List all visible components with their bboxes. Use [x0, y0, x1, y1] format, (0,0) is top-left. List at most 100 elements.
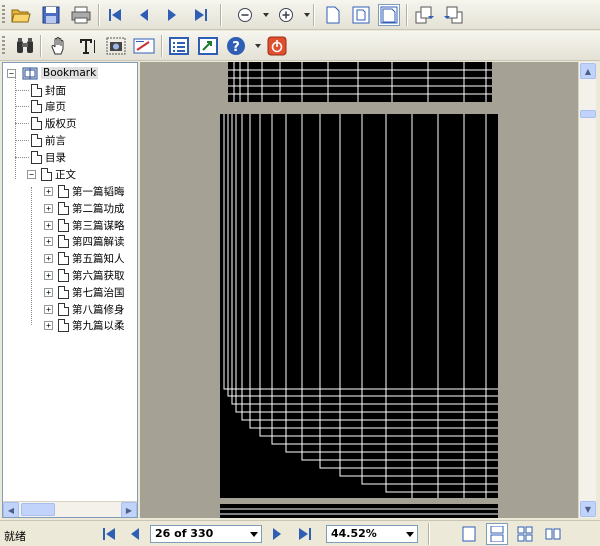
zoom-out-icon[interactable] [234, 4, 256, 26]
expand-icon[interactable]: + [44, 203, 53, 213]
bookmark-item-chapter[interactable]: + 第九篇以柔 [44, 317, 125, 333]
chevron-down-icon[interactable] [406, 532, 414, 537]
current-page [220, 114, 498, 498]
toolbar-separator [406, 4, 408, 26]
scroll-left-icon[interactable]: ◀ [3, 502, 19, 517]
single-page-view-icon[interactable] [458, 523, 480, 545]
expand-icon[interactable]: + [44, 253, 53, 263]
collapse-icon[interactable]: − [7, 68, 16, 78]
next-page-icon[interactable] [161, 4, 183, 26]
exit-icon[interactable] [266, 35, 288, 57]
scroll-thumb[interactable] [21, 503, 55, 516]
status-next-page-icon[interactable] [266, 523, 288, 545]
expand-icon[interactable]: + [44, 270, 53, 280]
bookmark-panel-icon[interactable] [168, 35, 190, 57]
expand-icon[interactable]: + [44, 236, 53, 246]
viewer-vertical-scrollbar[interactable]: ▲ ▼ [578, 62, 596, 518]
fit-page-icon[interactable] [350, 4, 372, 26]
help-icon[interactable]: ? [225, 35, 247, 57]
snapshot-icon[interactable] [105, 35, 127, 57]
rotate-clockwise-icon[interactable] [414, 4, 436, 26]
bookmark-item-chapter[interactable]: + 第五篇知人 [44, 250, 125, 266]
annotation-icon[interactable] [133, 35, 155, 57]
bookmark-label: 封面 [45, 84, 66, 97]
bookmark-item-chapter[interactable]: + 第三篇谋略 [44, 217, 125, 233]
sidebar-horizontal-scrollbar[interactable]: ◀ ▶ [3, 501, 137, 517]
scroll-thumb[interactable] [580, 110, 596, 118]
expand-icon[interactable]: + [44, 287, 53, 297]
bookmark-label: 第三篇谋略 [72, 219, 125, 232]
bookmark-label: 扉页 [45, 100, 66, 113]
page-number-combobox[interactable]: 26 of 330 [150, 525, 262, 543]
bookmark-item-copyright[interactable]: 版权页 [15, 115, 77, 131]
zoom-in-icon[interactable] [275, 4, 297, 26]
first-page-icon[interactable] [104, 4, 126, 26]
bookmark-item-chapter[interactable]: + 第八篇修身 [44, 301, 125, 317]
bookmark-item-chapter[interactable]: + 第七篇治国 [44, 284, 125, 300]
zoom-value: 44.52% [331, 527, 377, 540]
status-last-page-icon[interactable] [294, 523, 316, 545]
status-previous-page-icon[interactable] [124, 523, 146, 545]
continuous-facing-view-icon[interactable] [542, 523, 564, 545]
page-icon [58, 318, 69, 332]
expand-icon[interactable]: + [44, 186, 53, 196]
bookmark-item-cover[interactable]: 封面 [15, 82, 66, 98]
expand-icon[interactable]: + [44, 304, 53, 314]
page-artifact-pattern [228, 62, 492, 102]
bookmark-panel: − Bookmark 封面 扉页 版权页 前言 目录 − 正文 + 第一篇韬晦 … [2, 62, 138, 518]
last-page-icon[interactable] [190, 4, 212, 26]
go-to-icon[interactable] [197, 35, 219, 57]
bookmark-item-chapter[interactable]: + 第二篇功成 [44, 200, 125, 216]
book-icon [22, 67, 38, 80]
fit-width-icon[interactable] [378, 4, 400, 26]
page-indicator: 26 of 330 [155, 527, 214, 540]
continuous-view-icon[interactable] [486, 523, 508, 545]
bookmark-item-title-page[interactable]: 扉页 [15, 98, 66, 114]
help-dropdown-icon[interactable] [255, 44, 261, 48]
text-select-icon[interactable] [77, 35, 99, 57]
bookmark-item-preface[interactable]: 前言 [15, 132, 66, 148]
open-icon[interactable] [10, 4, 32, 26]
tree-root-bookmark[interactable]: − Bookmark [7, 65, 99, 81]
bookmark-label: 前言 [45, 134, 66, 147]
page-icon [58, 285, 69, 299]
tree-connector [31, 187, 32, 325]
expand-icon[interactable]: + [44, 320, 53, 330]
status-first-page-icon[interactable] [98, 523, 120, 545]
chevron-down-icon[interactable] [250, 532, 258, 537]
toolbar-separator [161, 35, 163, 57]
page-icon [41, 167, 52, 181]
page-icon [58, 268, 69, 282]
bookmark-item-chapter[interactable]: + 第四篇解读 [44, 233, 125, 249]
rotate-counterclockwise-icon[interactable] [442, 4, 464, 26]
bookmark-item-chapter[interactable]: + 第一篇韬晦 [44, 183, 125, 199]
bookmark-label: 第一篇韬晦 [72, 185, 125, 198]
collapse-icon[interactable]: − [27, 169, 36, 179]
next-page-top [220, 504, 498, 518]
page-icon [31, 133, 42, 147]
actual-size-icon[interactable] [322, 4, 344, 26]
page-icon [58, 251, 69, 265]
zoom-out-dropdown-icon[interactable] [263, 13, 269, 17]
zoom-combobox[interactable]: 44.52% [326, 525, 418, 543]
zoom-in-dropdown-icon[interactable] [304, 13, 310, 17]
scroll-up-icon[interactable]: ▲ [580, 63, 596, 79]
toolbar-grip[interactable] [2, 5, 5, 25]
scroll-right-icon[interactable]: ▶ [121, 502, 137, 517]
scroll-down-icon[interactable]: ▼ [580, 501, 596, 517]
save-icon[interactable] [40, 4, 62, 26]
expand-icon[interactable]: + [44, 220, 53, 230]
bookmark-item-contents[interactable]: 目录 [15, 149, 66, 165]
previous-page-icon[interactable] [133, 4, 155, 26]
bookmark-item-chapter[interactable]: + 第六篇获取 [44, 267, 125, 283]
find-icon[interactable] [14, 35, 36, 57]
page-icon [58, 201, 69, 215]
bookmark-label: 版权页 [45, 117, 77, 130]
hand-tool-icon[interactable] [48, 35, 70, 57]
print-icon[interactable] [70, 4, 92, 26]
bookmark-item-main-text[interactable]: − 正文 [27, 166, 76, 182]
toolbar-grip[interactable] [2, 36, 5, 56]
facing-view-icon[interactable] [514, 523, 536, 545]
document-viewer[interactable] [140, 62, 578, 518]
bookmark-label: 正文 [55, 168, 76, 181]
